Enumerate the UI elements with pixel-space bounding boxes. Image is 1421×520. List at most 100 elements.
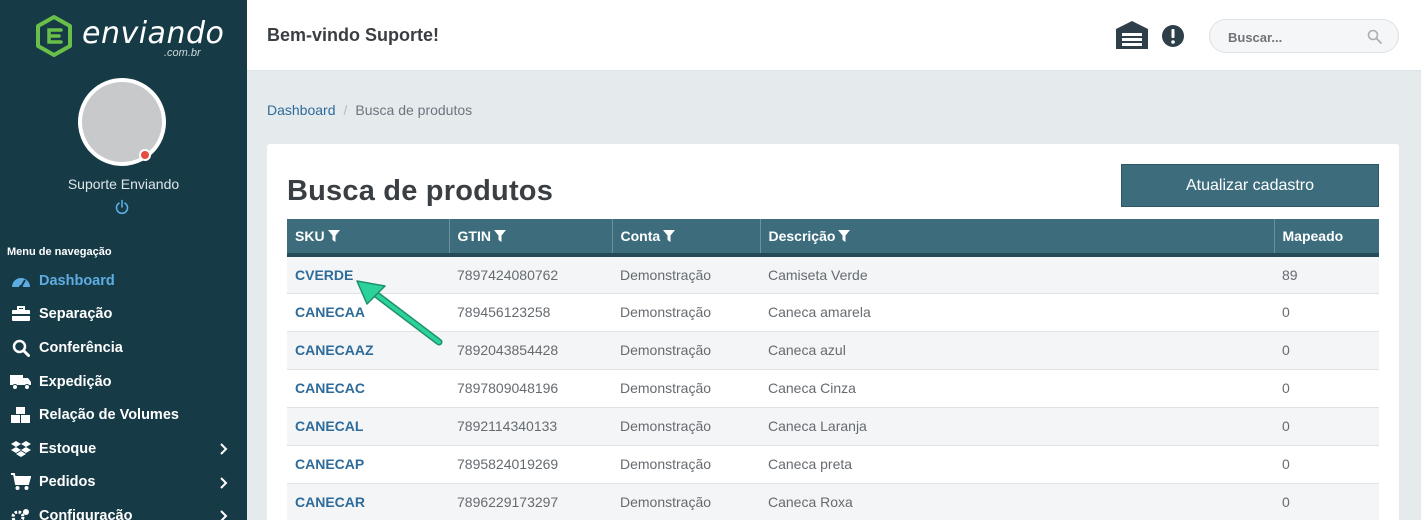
search-icon — [10, 339, 32, 357]
sku-link[interactable]: CANECAL — [295, 418, 363, 434]
products-table: SKU GTIN Conta Descrição Mapeado CVERDE … — [287, 219, 1379, 520]
sku-link[interactable]: CANECAR — [295, 494, 365, 510]
nav-item-label: Conferência — [39, 339, 123, 356]
cell-mapeado: 0 — [1274, 483, 1379, 520]
power-icon[interactable] — [114, 199, 130, 215]
cell-sku: CANECAP — [287, 445, 449, 484]
nav-item-label: Estoque — [39, 440, 97, 457]
nav-item-label: Relação de Volumes — [39, 407, 179, 424]
cell-gtin: 7897809048196 — [449, 369, 612, 408]
logo-box-icon — [36, 15, 72, 57]
cell-mapeado: 0 — [1274, 331, 1379, 370]
breadcrumb-current: Busca de produtos — [355, 102, 473, 118]
nav-item-label: Pedidos — [39, 474, 96, 491]
cell-mapeado: 0 — [1274, 407, 1379, 446]
boxes-icon — [10, 406, 32, 424]
nav-item-expedicao[interactable]: Expedição — [0, 365, 247, 399]
cell-descricao: Caneca azul — [760, 331, 1274, 370]
search-box — [1209, 19, 1399, 53]
nav-item-relacao-volumes[interactable]: Relação de Volumes — [0, 398, 247, 432]
nav-item-separacao[interactable]: Separação — [0, 298, 247, 332]
cell-gtin: 7892043854428 — [449, 331, 612, 370]
nav-item-label: Dashboard — [39, 272, 115, 289]
nav-item-pedidos[interactable]: Pedidos — [0, 466, 247, 500]
cell-mapeado: 0 — [1274, 293, 1379, 332]
sidebar: enviando .com.br Suporte Enviando Menu d… — [0, 0, 247, 520]
warehouse-icon[interactable] — [1115, 20, 1149, 50]
sku-link[interactable]: CANECAC — [295, 380, 365, 396]
sku-link[interactable]: CANECAP — [295, 456, 364, 472]
cell-descricao: Camiseta Verde — [760, 255, 1274, 294]
top-header: Bem-vindo Suporte! — [247, 0, 1421, 71]
cell-sku: CANECAAZ — [287, 331, 449, 370]
table-row[interactable]: CANECAR 7896229173297 Demonstração Canec… — [287, 483, 1379, 520]
brand-domain: .com.br — [164, 47, 201, 59]
search-icon[interactable] — [1367, 29, 1382, 44]
filter-icon[interactable] — [838, 230, 851, 243]
nav-item-dashboard[interactable]: Dashboard — [0, 264, 247, 298]
table-row[interactable]: CANECAA 789456123258 Demonstração Caneca… — [287, 293, 1379, 332]
cell-conta: Demonstração — [612, 445, 760, 484]
sku-link[interactable]: CANECAAZ — [295, 342, 374, 358]
breadcrumb-home-link[interactable]: Dashboard — [267, 102, 336, 118]
nav-menu: Dashboard Separação Conferência Expediçã… — [0, 264, 247, 520]
cell-gtin: 7895824019269 — [449, 445, 612, 484]
breadcrumb-separator: / — [343, 102, 348, 118]
column-header-conta[interactable]: Conta — [612, 219, 761, 257]
welcome-text: Bem-vindo Suporte! — [267, 25, 440, 45]
cell-sku: CANECAR — [287, 483, 449, 520]
column-header-gtin[interactable]: GTIN — [449, 219, 613, 257]
toolbox-icon — [10, 305, 32, 323]
cell-mapeado: 0 — [1274, 369, 1379, 408]
cell-sku: CVERDE — [287, 255, 449, 294]
nav-item-conferencia[interactable]: Conferência — [0, 331, 247, 365]
nav-item-label: Configuração — [39, 507, 133, 520]
nav-item-label: Separação — [39, 306, 113, 323]
gears-icon — [10, 507, 32, 520]
table-row[interactable]: CANECAC 7897809048196 Demonstração Canec… — [287, 369, 1379, 408]
search-input[interactable] — [1228, 28, 1368, 46]
cell-conta: Demonstração — [612, 407, 760, 446]
table-row[interactable]: CVERDE 7897424080762 Demonstração Camise… — [287, 255, 1379, 294]
update-catalog-button[interactable]: Atualizar cadastro — [1121, 164, 1379, 207]
status-dot — [139, 149, 151, 161]
dashboard-icon — [10, 272, 32, 290]
table-row[interactable]: CANECAAZ 7892043854428 Demonstração Cane… — [287, 331, 1379, 370]
filter-icon[interactable] — [663, 230, 676, 243]
chevron-right-icon — [220, 510, 228, 520]
nav-item-configuracao[interactable]: Configuração — [0, 499, 247, 520]
cell-gtin: 789456123258 — [449, 293, 612, 332]
filter-icon[interactable] — [327, 230, 340, 243]
table-row[interactable]: CANECAL 7892114340133 Demonstração Canec… — [287, 407, 1379, 446]
cell-gtin: 7897424080762 — [449, 255, 612, 294]
filter-icon[interactable] — [493, 230, 506, 243]
cell-sku: CANECAL — [287, 407, 449, 446]
alert-icon[interactable] — [1161, 24, 1185, 48]
truck-icon — [10, 373, 32, 391]
nav-title: Menu de navegação — [7, 246, 112, 258]
sku-link[interactable]: CVERDE — [295, 267, 353, 283]
brand-logo[interactable]: enviando .com.br — [34, 14, 224, 64]
chevron-right-icon — [220, 443, 228, 455]
cell-descricao: Caneca preta — [760, 445, 1274, 484]
column-header-descricao[interactable]: Descrição — [760, 219, 1275, 257]
page-title: Busca de produtos — [287, 175, 554, 207]
user-name: Suporte Enviando — [67, 176, 180, 192]
cell-descricao: Caneca amarela — [760, 293, 1274, 332]
avatar[interactable] — [78, 78, 166, 166]
nav-item-estoque[interactable]: Estoque — [0, 432, 247, 466]
nav-item-label: Expedição — [39, 373, 112, 390]
breadcrumb: Dashboard / Busca de produtos — [267, 102, 472, 118]
column-header-sku[interactable]: SKU — [287, 219, 450, 257]
cell-conta: Demonstração — [612, 331, 760, 370]
table-row[interactable]: CANECAP 7895824019269 Demonstração Canec… — [287, 445, 1379, 484]
cart-icon — [10, 473, 32, 491]
products-card: Busca de produtos Atualizar cadastro SKU… — [267, 144, 1399, 520]
cell-descricao: Caneca Cinza — [760, 369, 1274, 408]
sku-link[interactable]: CANECAA — [295, 304, 365, 320]
column-header-mapeado[interactable]: Mapeado — [1274, 219, 1379, 257]
cell-conta: Demonstração — [612, 255, 760, 294]
cell-sku: CANECAC — [287, 369, 449, 408]
cell-descricao: Caneca Roxa — [760, 483, 1274, 520]
cell-sku: CANECAA — [287, 293, 449, 332]
